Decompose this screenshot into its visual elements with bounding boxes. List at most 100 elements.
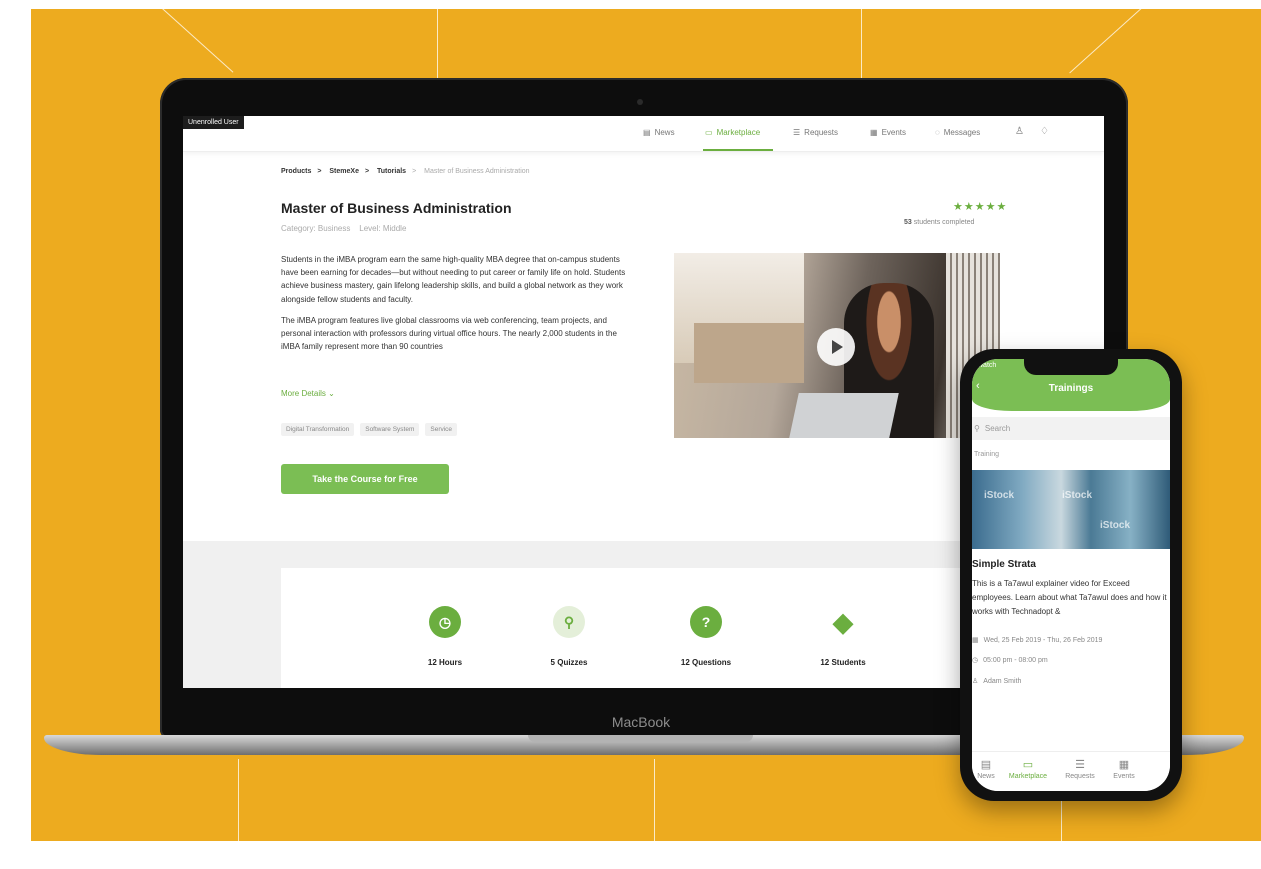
completed-number: 53 (904, 219, 912, 226)
user-status-badge: Unenrolled User (183, 116, 244, 129)
search-placeholder: Search (984, 424, 1011, 433)
decor-line (238, 759, 239, 841)
watermark: iStock (984, 490, 1015, 501)
marketplace-icon: ▭ (705, 128, 713, 137)
phone-screen: watch ‹ Trainings ⚲ Search Training iSto… (972, 359, 1170, 791)
decor-line (1069, 9, 1152, 74)
time-range: 05:00 pm - 08:00 pm (983, 656, 1048, 664)
tab-label: Requests (1065, 773, 1095, 780)
course-video[interactable] (674, 253, 1000, 438)
decor-line (654, 759, 655, 841)
stat-students: ◆ 12 Students (793, 606, 893, 668)
nav-requests[interactable]: ☰ Requests (793, 128, 838, 137)
phone-notch (1024, 359, 1118, 375)
news-icon: ▤ (980, 759, 992, 771)
graduation-cap-icon: ◆ (833, 606, 853, 637)
breadcrumb: Products > StemeXe > Tutorials > Master of … (281, 168, 530, 175)
nav-events[interactable]: ▦ Events (870, 128, 906, 137)
requests-icon: ☰ (793, 128, 801, 137)
play-button[interactable] (817, 328, 855, 366)
chat-icon: ◌ (935, 128, 940, 137)
training-presenter: ♙ Adam Smith (972, 677, 1022, 686)
clock-icon: ◷ (972, 657, 979, 664)
news-icon: ▤ (643, 128, 651, 137)
section-label: Training (974, 451, 1000, 458)
course-title: Master of Business Administration (281, 200, 512, 216)
tab-label: Events (1113, 773, 1135, 780)
decor-line (861, 9, 862, 84)
course-level: Level: Middle (359, 224, 407, 233)
date-range: Wed, 25 Feb 2019 - Thu, 26 Feb 2019 (983, 636, 1103, 644)
description-paragraph: Students in the iMBA program earn the sa… (281, 255, 626, 304)
top-navigation: ▤ News ▭ Marketplace ☰ Requests ▦ Events… (183, 116, 1104, 152)
training-description: This is a Ta7awul explainer video for Ex… (972, 579, 1167, 616)
question-icon: ? (690, 606, 722, 638)
breadcrumb-current: Master of Business Administration (424, 168, 530, 175)
tab-news[interactable]: ▤ News (972, 758, 1000, 780)
status-carrier: watch (978, 362, 997, 369)
decor-line (1061, 799, 1062, 841)
training-time: ◷ 05:00 pm - 08:00 pm (972, 656, 1048, 665)
nav-marketplace[interactable]: ▭ Marketplace (705, 128, 760, 137)
laptop-brand: MacBook (611, 714, 671, 730)
search-icon: ⚲ (974, 424, 980, 433)
laptop-camera (637, 99, 643, 105)
notifications-button[interactable]: ♢ (1040, 126, 1049, 137)
active-tab-indicator (703, 149, 773, 151)
tab-marketplace[interactable]: ▭ Marketplace (1000, 758, 1056, 780)
tag[interactable]: Digital Transformation (281, 423, 355, 436)
stat-label: 12 Hours (427, 658, 463, 667)
course-description: Students in the iMBA program earn the sa… (281, 253, 637, 353)
stat-label: 12 Students (820, 658, 866, 667)
tab-label: News (977, 773, 995, 780)
tag-list: Digital Transformation Software System S… (281, 423, 458, 436)
rating-stars: ★★★★★ (953, 201, 1008, 213)
bell-icon: ♢ (1040, 126, 1049, 137)
nav-events-label: Events (881, 128, 907, 137)
tab-requests[interactable]: ☰ Requests (1058, 758, 1102, 780)
take-course-button[interactable]: Take the Course for Free (281, 464, 449, 494)
stat-label: 5 Quizzes (550, 658, 588, 667)
stats-card: ◷ 12 Hours ⚲ 5 Quizzes ? 12 Questions ◆ … (281, 568, 1061, 688)
tag[interactable]: Service (425, 423, 458, 436)
course-category: Category: Business (281, 224, 351, 233)
breadcrumb-item[interactable]: StemeXe (329, 168, 359, 175)
stat-label: 12 Questions (680, 658, 732, 667)
watermark: iStock (1100, 520, 1131, 531)
tag[interactable]: Software System (360, 423, 420, 436)
presenter-name: Adam Smith (983, 677, 1022, 685)
nav-requests-label: Requests (804, 128, 838, 137)
decor-line (437, 9, 438, 84)
video-scene (694, 323, 804, 383)
requests-icon: ☰ (1075, 759, 1085, 771)
phone-tab-bar: ▤ News ▭ Marketplace ☰ Requests ▦ Events (972, 751, 1170, 791)
nav-marketplace-label: Marketplace (716, 128, 761, 137)
completed-label: students completed (913, 219, 975, 226)
more-details-link[interactable]: More Details ⌄ (281, 389, 335, 398)
breadcrumb-item[interactable]: Products (281, 168, 311, 175)
calendar-icon: ▦ (870, 128, 878, 137)
nav-news[interactable]: ▤ News (643, 128, 675, 137)
tab-events[interactable]: ▦ Events (1104, 758, 1144, 780)
marketplace-icon: ▭ (1022, 759, 1034, 771)
search-field[interactable]: ⚲ Search (972, 417, 1170, 440)
user-icon: ♙ (1015, 126, 1024, 137)
completed-count: 53 students completed (904, 219, 974, 226)
video-scene (789, 393, 899, 438)
tab-label: Marketplace (1008, 773, 1048, 780)
stat-hours: ◷ 12 Hours (395, 606, 495, 667)
course-meta: Category: Business Level: Middle (281, 224, 406, 233)
play-icon (832, 340, 843, 354)
training-thumbnail[interactable]: iStock iStock iStock (972, 470, 1170, 549)
nav-messages[interactable]: ◌ Messages (935, 128, 980, 137)
clock-icon: ◷ (429, 606, 461, 638)
more-details-label: More Details (281, 389, 326, 398)
breadcrumb-item[interactable]: Tutorials (377, 168, 406, 175)
calendar-icon: ▦ (1118, 759, 1130, 771)
chevron-down-icon: ⌄ (328, 389, 335, 398)
laptop-hinge (528, 735, 753, 742)
phone-title: Trainings (1048, 383, 1094, 394)
calendar-icon: ▦ (972, 637, 979, 644)
profile-button[interactable]: ♙ (1015, 126, 1024, 137)
watermark: iStock (1062, 490, 1093, 501)
